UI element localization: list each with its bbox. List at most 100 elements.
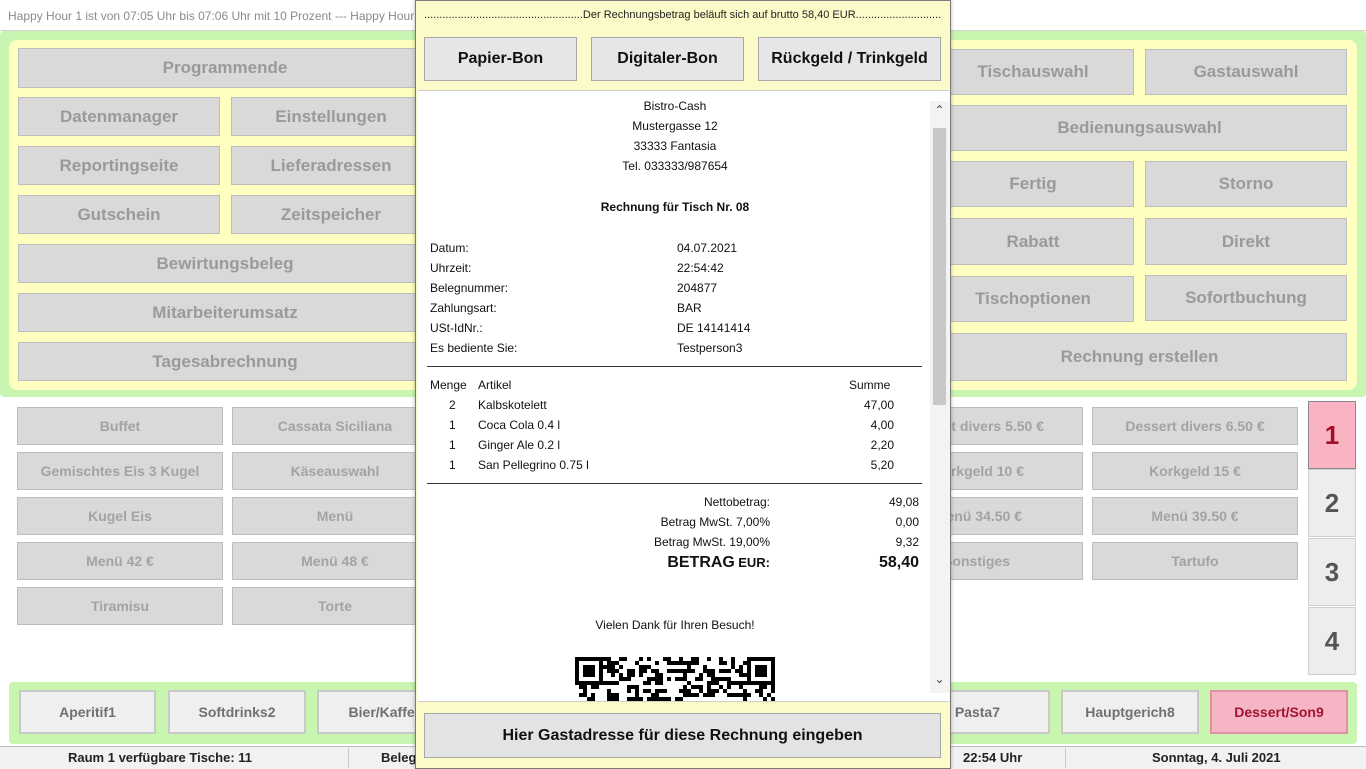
fertig-button[interactable]: Fertig: [932, 161, 1134, 207]
status-separator: [348, 748, 349, 768]
mwst19-label: Betrag MwSt. 19,00%: [653, 535, 770, 549]
page-tab-2[interactable]: 2: [1308, 469, 1356, 537]
tagesabrechnung-button[interactable]: Tagesabrechnung: [18, 342, 432, 381]
status-available-tables: Raum 1 verfügbare Tische: 11: [68, 750, 253, 765]
receipt-city: 33333 Fantasia: [633, 139, 717, 153]
paper-receipt-button[interactable]: Papier-Bon: [424, 37, 577, 81]
total-label-text: BETRAG: [667, 554, 735, 571]
status-date: Sonntag, 4. Juli 2021: [1152, 750, 1281, 765]
product-button[interactable]: Torte: [232, 587, 438, 625]
qr-code: [575, 657, 775, 701]
col-header-artikel: Artikel: [478, 378, 512, 392]
category-dessert-sonstiges[interactable]: Dessert/Son9: [1210, 690, 1348, 734]
storno-button[interactable]: Storno: [1145, 161, 1347, 207]
receipt-thanks: Vielen Dank für Ihren Besuch!: [595, 618, 755, 632]
item-sum: 47,00: [863, 398, 894, 412]
receipt-info-label: Uhrzeit:: [430, 261, 472, 275]
item-sum: 4,00: [870, 418, 894, 432]
scroll-down-icon[interactable]: ⌄: [933, 673, 946, 686]
page-tab-3[interactable]: 3: [1308, 538, 1356, 606]
receipt-preview: [418, 90, 949, 702]
mwst7-value: 0,00: [895, 515, 919, 529]
category-softdrinks[interactable]: Softdrinks2: [168, 690, 306, 734]
rabatt-button[interactable]: Rabatt: [932, 218, 1134, 265]
receipt-scroll-thumb[interactable]: [933, 128, 946, 405]
mwst19-value: 9,32: [895, 535, 919, 549]
product-button[interactable]: Menü 42 €: [17, 542, 223, 580]
product-button[interactable]: Buffet: [17, 407, 223, 445]
einstellungen-button[interactable]: Einstellungen: [231, 97, 431, 136]
status-separator: [1065, 748, 1066, 768]
item-qty: 2: [449, 398, 456, 412]
mitarbeiterumsatz-button[interactable]: Mitarbeiterumsatz: [18, 293, 432, 332]
programmende-button[interactable]: Programmende: [18, 48, 432, 88]
receipt-info-label: Zahlungsart:: [430, 301, 497, 315]
change-tip-button[interactable]: Rückgeld / Trinkgeld: [758, 37, 941, 81]
product-button[interactable]: Menü: [232, 497, 438, 535]
receipt-street: Mustergasse 12: [632, 119, 718, 133]
receipt-company: Bistro-Cash: [643, 99, 707, 113]
receipt-info-label: Es bediente Sie:: [430, 341, 518, 355]
scroll-up-icon[interactable]: ⌃: [933, 104, 946, 117]
mwst7-label: Betrag MwSt. 7,00%: [660, 515, 770, 529]
receipt-info-value: Testperson3: [677, 341, 743, 355]
item-sum: 2,20: [870, 438, 894, 452]
receipt-info-value: 04.07.2021: [677, 241, 738, 255]
datenmanager-button[interactable]: Datenmanager: [18, 97, 220, 136]
status-beleg: Beleg: [381, 750, 417, 765]
happy-hour-ticker: Happy Hour 1 ist von 07:05 Uhr bis 07:06…: [8, 9, 425, 23]
col-header-menge: Menge: [430, 378, 467, 392]
receipt-info-value: DE 14141414: [677, 321, 751, 335]
product-button[interactable]: Cassata Siciliana: [232, 407, 438, 445]
total-label: BETRAG EUR:: [600, 554, 770, 572]
qr-code-graphic: [575, 657, 775, 701]
product-button[interactable]: Käseauswahl: [232, 452, 438, 490]
page-tab-1[interactable]: 1: [1308, 401, 1356, 469]
category-hauptgericht[interactable]: Hauptgerich8: [1061, 690, 1199, 734]
item-qty: 1: [449, 418, 456, 432]
item-name: San Pellegrino 0.75 l: [478, 458, 589, 472]
rechnung-erstellen-button[interactable]: Rechnung erstellen: [932, 333, 1347, 381]
receipt-heading: Rechnung für Tisch Nr. 08: [600, 200, 750, 214]
item-name: Coca Cola 0.4 l: [478, 418, 561, 432]
product-button[interactable]: Menü 39.50 €: [1092, 497, 1298, 535]
netto-value: 49,08: [888, 495, 919, 509]
tischoptionen-button[interactable]: Tischoptionen: [932, 276, 1134, 322]
digital-receipt-button[interactable]: Digitaler-Bon: [591, 37, 744, 81]
gastauswahl-button[interactable]: Gastauswahl: [1145, 49, 1347, 95]
zeitspeicher-button[interactable]: Zeitspeicher: [231, 195, 431, 234]
direkt-button[interactable]: Direkt: [1145, 218, 1347, 265]
product-button[interactable]: Tartufo: [1092, 542, 1298, 580]
bedienungsauswahl-button[interactable]: Bedienungsauswahl: [932, 105, 1347, 151]
item-name: Ginger Ale 0.2 l: [478, 438, 561, 452]
product-button[interactable]: Dessert divers 6.50 €: [1092, 407, 1298, 445]
sofortbuchung-button[interactable]: Sofortbuchung: [1145, 275, 1347, 321]
receipt-divider: [427, 483, 922, 484]
receipt-info-value: 204877: [677, 281, 718, 295]
lieferadressen-button[interactable]: Lieferadressen: [231, 146, 431, 185]
receipt-info-value: BAR: [677, 301, 702, 315]
receipt-divider: [427, 366, 922, 367]
item-qty: 1: [449, 438, 456, 452]
page-tab-4[interactable]: 4: [1308, 607, 1356, 675]
bewirtungsbeleg-button[interactable]: Bewirtungsbeleg: [18, 244, 432, 283]
tischauswahl-button[interactable]: Tischauswahl: [932, 49, 1134, 95]
product-button[interactable]: Kugel Eis: [17, 497, 223, 535]
product-button[interactable]: Gemischtes Eis 3 Kugel: [17, 452, 223, 490]
item-qty: 1: [449, 458, 456, 472]
category-aperitif[interactable]: Aperitif1: [19, 690, 156, 734]
guest-address-button[interactable]: Hier Gastadresse für diese Rechnung eing…: [424, 713, 941, 758]
gutschein-button[interactable]: Gutschein: [18, 195, 220, 234]
col-header-summe: Summe: [849, 378, 891, 392]
netto-label: Nettobetrag:: [703, 495, 770, 509]
receipt-info-label: Datum:: [430, 241, 469, 255]
invoice-amount-header: ........................................…: [424, 9, 942, 21]
item-name: Kalbskotelett: [478, 398, 547, 412]
product-button[interactable]: Tiramisu: [17, 587, 223, 625]
item-sum: 5,20: [870, 458, 894, 472]
reportingseite-button[interactable]: Reportingseite: [18, 146, 220, 185]
product-button[interactable]: Menü 48 €: [232, 542, 438, 580]
product-button[interactable]: Korkgeld 15 €: [1092, 452, 1298, 490]
total-currency: EUR:: [738, 555, 770, 570]
status-time: 22:54 Uhr: [963, 750, 1023, 765]
